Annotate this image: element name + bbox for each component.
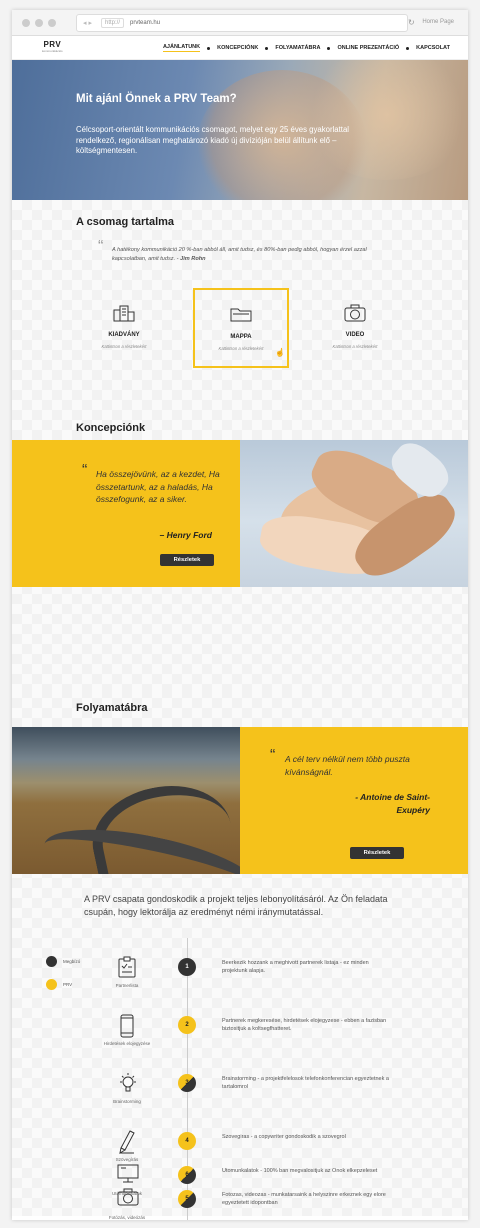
concept-details-button[interactable]: Részletek [160,554,214,566]
process-section-title: Folyamatábra [76,702,148,714]
site-header: PRV kommunikációs AJÁNLATUNK KONCEPCIÓNK… [12,36,468,60]
package-name: VIDEO [345,332,365,338]
hero-banner: Mit ajánl Önnek a PRV Team? Célcsoport-o… [12,60,468,200]
timeline-step: Partnerlista 1 Beerkezik hozzank a meghi… [12,956,468,1014]
step-label: Szövegírás [115,1157,139,1162]
package-section: A csomag tartalma “ A hatékony kommuniká… [12,200,468,444]
menu-separator [265,46,269,50]
package-card-video[interactable]: VIDEO Kattintson a részletekért [307,288,403,368]
team-hands-image [240,440,468,587]
browser-toolbar: ◂ ▸ http:// prvteam.hu ↻ Home Page [12,10,468,36]
step-label: Utómunkálatok [111,1191,142,1196]
close-window-dot[interactable] [22,19,30,27]
hero-title: Mit ajánl Önnek a PRV Team? [76,93,237,105]
step-number: 3 [178,1074,196,1092]
step-number: 4 [178,1132,196,1150]
logo-main: PRV [43,40,62,49]
step-description: Beerkezik hozzank a meghivott partnerek … [222,960,369,974]
url-protocol: http:// [101,18,125,28]
hand-cursor-icon: ☝ [275,348,285,357]
package-quote-author: Jim Rohn [180,255,206,262]
package-quote-text: A hatékony kommunikáció 20 %-ban abból á… [112,247,367,262]
step-description: Utomunkalatok - 100% ban megvalositjuk a… [222,1168,378,1174]
menu-separator [327,46,331,50]
process-details-button[interactable]: Részletek [350,847,404,859]
step-description: Brainstorming - a projektfelelosok telef… [222,1076,389,1090]
back-forward-icon[interactable]: ◂ ▸ [83,19,101,27]
camera-icon [307,304,403,326]
step-description: Partnerek megkeresése, hirdetések elojeg… [222,1018,387,1032]
lightbulb-icon [117,1072,137,1098]
window-controls [22,19,56,27]
package-name: KIADVÁNY [108,332,140,338]
step-number: 2 [178,1016,196,1034]
timeline-step: Brainstorming 3 Brainstorming - a projek… [12,1072,468,1130]
package-quote: “ A hatékony kommunikáció 20 %-ban abból… [98,239,382,263]
monitor-icon [117,1164,139,1188]
package-card-mappa[interactable]: MAPPA Kattintson a részletekért ☝ [193,288,289,368]
process-section: Folyamatábra “ A cél terv nélkül nem töb… [12,688,468,1220]
quote-mark-icon: “ [98,238,104,255]
step-label: Partnerlista [115,983,139,988]
menu-separator [207,46,211,50]
step-number: 1 [178,958,196,976]
concept-section-title: Koncepciónk [76,422,146,434]
menu-item-online-prezentacio[interactable]: ONLINE PREZENTÁCIÓ [337,45,399,51]
menu-item-folyamatabra[interactable]: FOLYAMATÁBRA [275,45,320,51]
package-hint: Kattintson a részletekért [101,344,147,349]
step-label: Brainstorming [113,1099,141,1104]
quote-mark-icon: “ [82,462,88,479]
site-logo[interactable]: PRV kommunikációs [42,40,63,53]
reload-icon[interactable]: ↻ [408,18,415,27]
maximize-window-dot[interactable] [48,19,56,27]
package-name: MAPPA [230,334,252,340]
process-intro-text: A PRV csapata gondoskodik a projekt telj… [84,894,388,917]
step-description: Szovegiras - a copywriter gondoskodik a … [222,1134,346,1140]
menu-item-koncepcionk[interactable]: KONCEPCIÓNK [217,45,258,51]
step-number: 6 [178,1166,196,1184]
concept-section: Koncepciónk “ Ha összejövünk, az a kezde… [12,422,468,688]
process-quote-panel: “ A cél terv nélkül nem több puszta kívá… [240,727,468,874]
minimize-window-dot[interactable] [35,19,43,27]
timeline-step: Hirdetések elojegyzése 2 Partnerek megke… [12,1014,468,1072]
package-hint: Kattintson a részletekért [218,346,264,351]
menu-item-ajanlatunk[interactable]: AJÁNLATUNK [162,44,201,52]
concept-quote-author: – Henry Ford [159,530,212,540]
pencil-icon [117,1130,137,1158]
concept-quote-panel: “ Ha összejövünk, az a kezdet, Ha összet… [12,440,240,587]
package-card-kiadvany[interactable]: KIADVÁNY Kattintson a részletekért [76,288,172,368]
package-section-title: A csomag tartalma [76,216,175,228]
main-menu: AJÁNLATUNK KONCEPCIÓNK FOLYAMATÁBRA ONLI… [162,44,450,52]
browser-window: ◂ ▸ http:// prvteam.hu ↻ Home Page PRV k… [12,10,468,1220]
concept-quote-text: Ha összejövünk, az a kezdet, Ha összetar… [96,469,220,504]
process-quote-author: - Antoine de Saint-Exupéry [355,792,430,815]
process-quote-text: A cél terv nélkül nem több puszta kíváns… [285,754,410,777]
road-landscape-image [12,727,240,874]
address-bar[interactable]: ◂ ▸ http:// prvteam.hu [76,14,408,32]
phone-icon [117,1014,137,1042]
homepage-link[interactable]: Home Page [422,19,454,25]
timeline-step: Utómunkálatok 6 Utomunkalatok - 100% ban… [12,1164,468,1220]
menu-item-kapcsolat[interactable]: KAPCSOLAT [416,45,450,51]
step-label: Hirdetések elojegyzése [103,1041,151,1046]
menu-separator [406,46,410,50]
quote-mark-icon: “ [270,747,276,764]
logo-sub: kommunikációs [42,49,63,53]
url-text[interactable]: prvteam.hu [130,20,160,26]
hero-text: Célcsoport-orientált kommunikációs csoma… [76,125,350,155]
folder-icon [195,306,287,328]
package-hint: Kattintson a részletekért [332,344,378,349]
building-icon [76,304,172,326]
clipboard-icon [117,956,137,982]
